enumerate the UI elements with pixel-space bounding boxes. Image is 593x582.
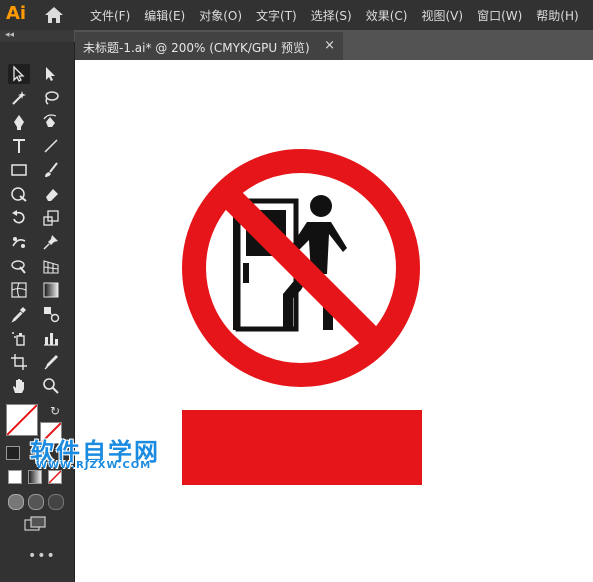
scale-tool-icon[interactable] xyxy=(40,208,62,228)
selection-tool-icon[interactable] xyxy=(8,64,30,84)
home-icon[interactable] xyxy=(44,6,64,24)
type-tool-icon[interactable] xyxy=(8,136,30,156)
direct-selection-tool-icon[interactable] xyxy=(40,64,62,84)
paintbrush-tool-icon[interactable] xyxy=(40,160,62,180)
mesh-tool-icon[interactable] xyxy=(8,280,30,300)
watermark-url: WWW.RJZXW.COM xyxy=(36,460,152,471)
hand-tool-icon[interactable] xyxy=(8,376,30,396)
menu-object[interactable]: 对象(O) xyxy=(199,7,242,24)
curvature-tool-icon[interactable] xyxy=(40,112,62,132)
zoom-tool-icon[interactable] xyxy=(40,376,62,396)
app-logo: Ai xyxy=(6,3,27,24)
draw-behind-icon[interactable] xyxy=(28,494,44,510)
red-text-panel xyxy=(182,410,422,485)
eraser-tool-icon[interactable] xyxy=(40,184,62,204)
collapse-toolbar-button[interactable]: ◂◂ xyxy=(5,30,14,40)
default-fill-stroke-icon[interactable] xyxy=(6,446,20,460)
rectangle-tool-icon[interactable] xyxy=(8,160,30,180)
artboard-tool-icon[interactable] xyxy=(8,352,30,372)
prohibition-sign xyxy=(182,149,420,387)
toolbar-header: ◂◂ xyxy=(0,30,74,42)
document-tab-bar: 未标题-1.ai* @ 200% (CMYK/GPU 预览) × xyxy=(75,30,593,60)
document-tab-label: 未标题-1.ai* @ 200% (CMYK/GPU 预览) xyxy=(83,41,310,55)
slice-tool-icon[interactable] xyxy=(40,352,62,372)
draw-inside-icon[interactable] xyxy=(48,494,64,510)
eyedropper-tool-icon[interactable] xyxy=(8,304,30,324)
menu-bar: Ai 文件(F) 编辑(E) 对象(O) 文字(T) 选择(S) 效果(C) 视… xyxy=(0,0,593,30)
menu-select[interactable]: 选择(S) xyxy=(311,7,352,24)
puppet-warp-tool-icon[interactable] xyxy=(8,232,30,252)
menu-file[interactable]: 文件(F) xyxy=(90,7,130,24)
magic-wand-tool-icon[interactable] xyxy=(8,88,30,108)
menu-type[interactable]: 文字(T) xyxy=(256,7,297,24)
color-mode-icon[interactable] xyxy=(8,470,22,484)
menu-effect[interactable]: 效果(C) xyxy=(366,7,408,24)
lasso-tool-icon[interactable] xyxy=(40,88,62,108)
line-segment-tool-icon[interactable] xyxy=(40,136,62,156)
draw-normal-icon[interactable] xyxy=(8,494,24,510)
menu-view[interactable]: 视图(V) xyxy=(421,7,463,24)
watermark: 软件自学网 WWW.RJZXW.COM xyxy=(30,432,180,476)
gradient-tool-icon[interactable] xyxy=(40,280,62,300)
menu-edit[interactable]: 编辑(E) xyxy=(144,7,185,24)
menu-window[interactable]: 窗口(W) xyxy=(477,7,522,24)
document-tab[interactable]: 未标题-1.ai* @ 200% (CMYK/GPU 预览) × xyxy=(75,32,343,60)
rotate-tool-icon[interactable] xyxy=(8,208,30,228)
swap-fill-stroke-icon[interactable]: ↻ xyxy=(50,404,60,418)
close-icon[interactable]: × xyxy=(324,38,335,53)
symbol-sprayer-tool-icon[interactable] xyxy=(8,328,30,348)
blend-tool-icon[interactable] xyxy=(40,304,62,324)
pin-tool-icon[interactable] xyxy=(40,232,62,252)
artboard-canvas[interactable] xyxy=(75,60,593,582)
pen-tool-icon[interactable] xyxy=(8,112,30,132)
menu-help[interactable]: 帮助(H) xyxy=(536,7,578,24)
tools-panel: ↻ ••• xyxy=(0,42,75,582)
edit-toolbar-button[interactable]: ••• xyxy=(28,548,56,564)
shape-builder-tool-icon[interactable] xyxy=(8,256,30,276)
column-graph-tool-icon[interactable] xyxy=(40,328,62,348)
shaper-tool-icon[interactable] xyxy=(8,184,30,204)
screen-mode-icon[interactable] xyxy=(24,516,46,532)
main-menu: 文件(F) 编辑(E) 对象(O) 文字(T) 选择(S) 效果(C) 视图(V… xyxy=(90,7,593,24)
perspective-grid-tool-icon[interactable] xyxy=(40,256,62,276)
